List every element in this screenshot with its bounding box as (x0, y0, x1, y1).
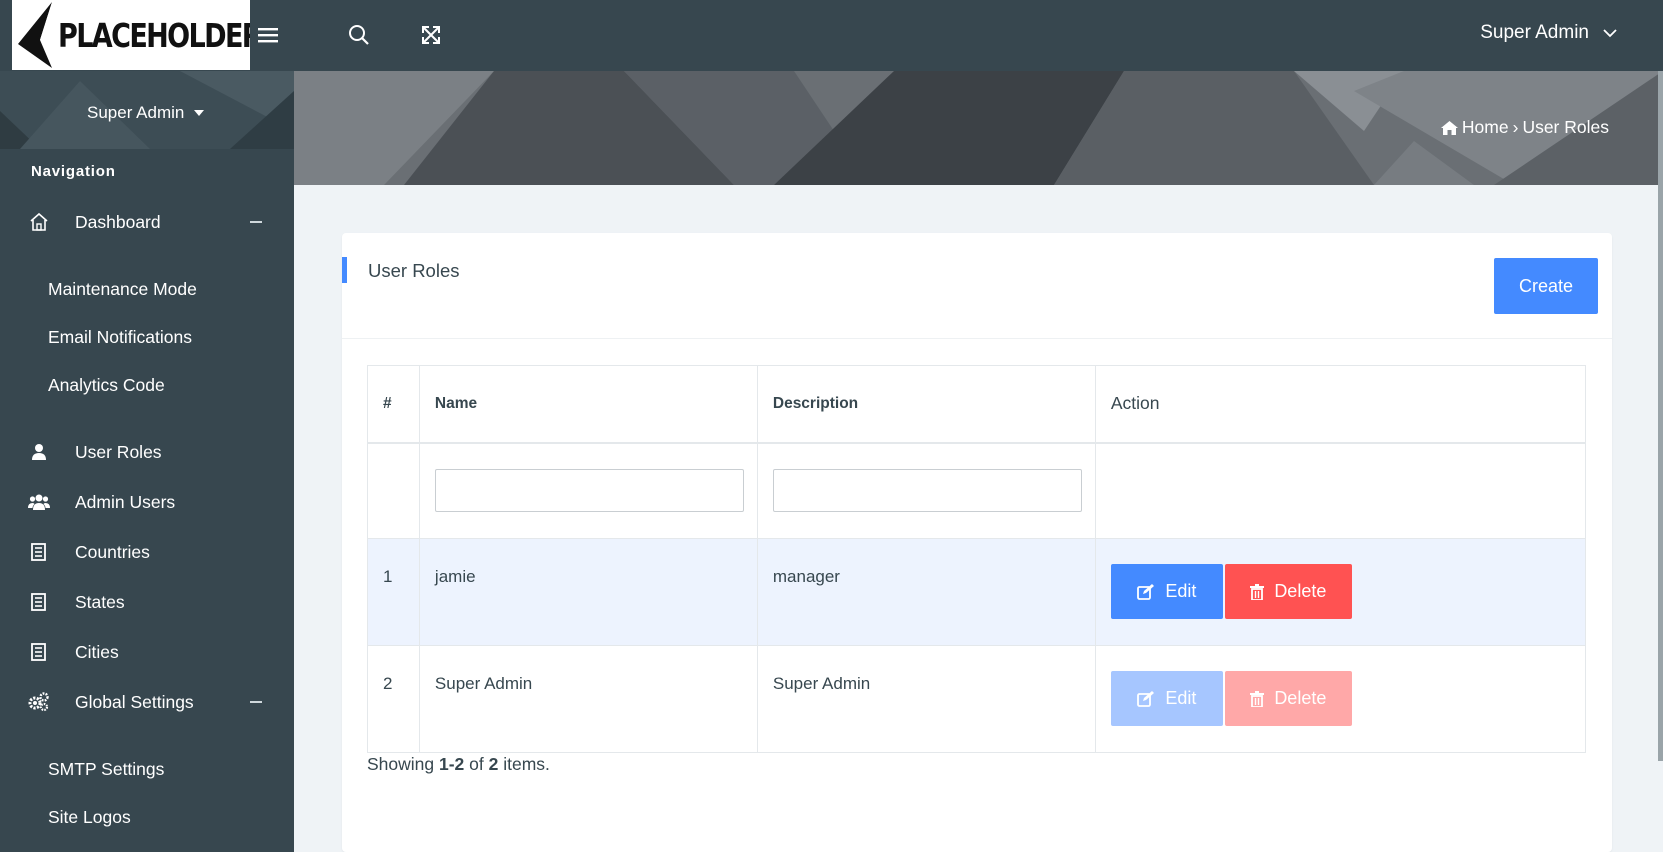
row-name: jamie (418, 538, 758, 646)
delete-label: Delete (1274, 688, 1327, 708)
sidebar-item-admin-users[interactable]: Admin Users (0, 482, 294, 522)
summary-prefix: Showing (367, 754, 439, 774)
user-roles-card: User Roles Create # Name Description Act… (342, 233, 1612, 852)
row-description: Super Admin (756, 645, 1096, 753)
logo-text: PLACEHOLDER (58, 15, 250, 55)
edit-button[interactable]: Edit (1110, 564, 1223, 619)
filter-cell-empty (1094, 442, 1587, 539)
list-icon (28, 591, 50, 613)
summary-suffix: items. (498, 754, 550, 774)
card-header: User Roles Create (342, 233, 1612, 339)
row-description: manager (756, 538, 1096, 646)
profile-dropdown[interactable]: Super Admin (87, 103, 205, 123)
caret-down-icon (194, 110, 205, 116)
sidebar-item-maintenance-mode[interactable]: Maintenance Mode (48, 279, 197, 300)
chevron-down-icon (1603, 28, 1617, 37)
name-filter-input[interactable] (434, 469, 744, 513)
breadcrumb-home-label: Home (1461, 117, 1509, 137)
sidebar-item-site-logos[interactable]: Site Logos (48, 807, 131, 828)
breadcrumb-separator: › (1512, 117, 1519, 137)
nav-title: Navigation (31, 163, 116, 180)
sidebar-item-states[interactable]: States (0, 582, 294, 622)
sidebar-item-user-roles[interactable]: User Roles (0, 432, 294, 472)
fullscreen-icon[interactable] (416, 20, 446, 50)
sidebar-item-label: Cities (75, 641, 119, 662)
search-icon[interactable] (344, 20, 374, 50)
delete-button[interactable]: Delete (1224, 564, 1352, 619)
edit-icon (1137, 583, 1155, 600)
edit-label: Edit (1165, 688, 1197, 708)
row-name: Super Admin (418, 645, 758, 753)
summary-total: 2 (488, 754, 499, 774)
description-filter-input[interactable] (772, 469, 1082, 513)
home-icon (1440, 120, 1458, 135)
home-icon (28, 211, 50, 233)
row-number: 1 (367, 538, 420, 646)
sidebar-item-label: Countries (75, 541, 150, 562)
logo-mark-icon (18, 2, 52, 68)
row-actions: Edit Delete (1094, 538, 1587, 646)
edit-label: Edit (1165, 581, 1197, 601)
breadcrumb-current: User Roles (1522, 117, 1609, 137)
column-header-action: Action (1094, 365, 1587, 444)
filter-row (367, 442, 1587, 539)
sidebar-profile: Super Admin (0, 71, 294, 149)
filter-cell-description (756, 442, 1096, 539)
sidebar-item-countries[interactable]: Countries (0, 532, 294, 572)
create-button[interactable]: Create (1494, 258, 1598, 314)
column-header-number[interactable]: # (367, 365, 420, 444)
table-header-row: # Name Description Action (367, 365, 1587, 444)
sidebar-item-email-notifications[interactable]: Email Notifications (48, 327, 192, 348)
trash-icon (1250, 690, 1265, 707)
collapse-icon (250, 221, 262, 223)
page-title: User Roles (368, 260, 460, 281)
menu-icon[interactable] (253, 20, 283, 50)
sidebar-item-dashboard[interactable]: Dashboard (0, 202, 294, 242)
summary-middle: of (464, 754, 489, 774)
filter-cell-empty (367, 442, 420, 539)
sidebar-item-label: States (75, 591, 125, 612)
user-icon (28, 441, 50, 463)
sidebar-item-label: Global Settings (75, 691, 194, 712)
edit-icon (1137, 690, 1155, 707)
pagination-summary: Showing 1-2 of 2 items. (367, 754, 550, 775)
cogs-icon (28, 691, 50, 713)
sidebar-item-global-settings[interactable]: Global Settings (0, 682, 294, 722)
users-icon (28, 491, 50, 513)
edit-button-disabled: Edit (1110, 671, 1223, 726)
column-header-name[interactable]: Name (418, 365, 758, 444)
column-header-description[interactable]: Description (756, 365, 1096, 444)
page-header-banner: Home › User Roles (294, 71, 1663, 185)
roles-table: # Name Description Action 1 jamie manage… (367, 365, 1587, 753)
summary-range: 1-2 (439, 754, 465, 774)
sidebar-item-smtp-settings[interactable]: SMTP Settings (48, 759, 164, 780)
breadcrumb-home[interactable]: Home (1440, 117, 1509, 138)
table-row: 1 jamie manager Edit Delete (367, 538, 1587, 646)
user-menu[interactable]: Super Admin (1480, 22, 1617, 44)
trash-icon (1250, 583, 1265, 600)
sidebar-item-label: Dashboard (75, 211, 161, 232)
delete-label: Delete (1274, 581, 1327, 601)
sidebar: Super Admin Navigation Dashboard Mainten… (0, 71, 294, 852)
profile-name: Super Admin (87, 103, 185, 122)
row-actions: Edit Delete (1094, 645, 1587, 753)
scrollbar[interactable] (1658, 71, 1663, 761)
delete-button-disabled: Delete (1224, 671, 1352, 726)
filter-cell-name (418, 442, 758, 539)
logo[interactable]: PLACEHOLDER (12, 0, 250, 70)
sidebar-item-cities[interactable]: Cities (0, 632, 294, 672)
table-row: 2 Super Admin Super Admin Edit Delete (367, 645, 1587, 753)
row-number: 2 (367, 645, 420, 753)
breadcrumb: Home › User Roles (1440, 117, 1609, 138)
sidebar-item-label: User Roles (75, 441, 162, 462)
list-icon (28, 641, 50, 663)
sidebar-item-analytics-code[interactable]: Analytics Code (48, 375, 165, 396)
list-icon (28, 541, 50, 563)
top-bar: PLACEHOLDER Super Admin (0, 0, 1663, 71)
collapse-icon (250, 701, 262, 703)
title-accent (342, 257, 347, 283)
user-menu-label: Super Admin (1480, 22, 1589, 43)
sidebar-item-label: Admin Users (75, 491, 176, 512)
